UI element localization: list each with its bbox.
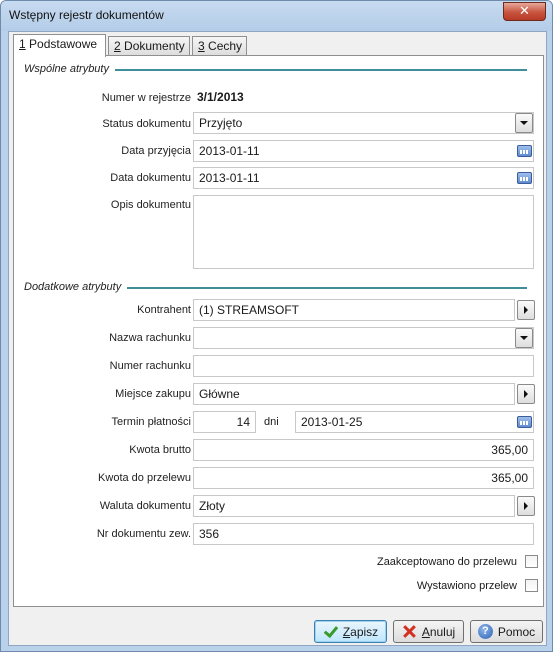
account-name-label: Nazwa rachunku	[109, 332, 191, 344]
tab-label: Cechy	[208, 39, 243, 53]
transfer-issued-label: Wystawiono przelew	[416, 579, 517, 592]
checkmark-icon	[323, 624, 338, 639]
document-date-value: 2013-01-11	[199, 171, 260, 185]
tab-label: Dokumenty	[124, 39, 185, 53]
currency-select-button[interactable]	[517, 496, 535, 516]
purchase-place-value: Główne	[199, 387, 240, 401]
gross-amount-label: Kwota brutto	[129, 444, 191, 456]
status-label: Status dokumentu	[102, 118, 191, 130]
calendar-icon	[516, 145, 532, 157]
cancel-button[interactable]: Anuluj	[393, 620, 464, 643]
accepted-for-transfer-checkbox[interactable]	[525, 555, 538, 568]
payment-due-date-picker-button[interactable]	[515, 412, 533, 432]
tab-number: 2	[114, 39, 121, 53]
save-button-label: Zapisz	[342, 624, 379, 639]
status-select[interactable]: Przyjęto	[193, 112, 534, 134]
tab-number: 1	[19, 37, 26, 51]
dialog-client-area: 1 Podstawowe 2 Dokumenty 3 Cechy Wspólne…	[8, 31, 547, 646]
section-title-additional: Dodatkowe atrybuty	[24, 281, 122, 293]
receipt-date-label: Data przyjęcia	[121, 145, 191, 157]
purchase-place-label: Miejsce zakupu	[115, 388, 191, 400]
contractor-select-button[interactable]	[517, 300, 535, 320]
external-number-value: 356	[199, 527, 220, 541]
receipt-date-picker-button[interactable]	[515, 141, 533, 161]
close-icon: ✕	[519, 4, 530, 19]
accepted-for-transfer-label: Zaakceptowano do przelewu	[376, 555, 517, 568]
cross-icon	[402, 624, 417, 639]
document-date-field[interactable]: 2013-01-11	[193, 167, 534, 189]
payment-due-date-field[interactable]: 2013-01-25	[295, 411, 534, 433]
account-number-field[interactable]	[193, 355, 534, 377]
transfer-amount-field[interactable]: 365,00	[193, 467, 534, 489]
receipt-date-value: 2013-01-11	[199, 144, 260, 158]
transfer-amount-value: 365,00	[491, 471, 528, 485]
tab-dokumenty[interactable]: 2 Dokumenty	[108, 36, 190, 56]
external-number-field[interactable]: 356	[193, 523, 534, 545]
gross-amount-value: 365,00	[491, 443, 528, 457]
window-title: Wstępny rejestr dokumentów	[9, 8, 164, 22]
currency-value: Złoty	[199, 499, 226, 513]
purchase-place-field[interactable]: Główne	[193, 383, 515, 405]
receipt-date-field[interactable]: 2013-01-11	[193, 140, 534, 162]
help-button[interactable]: ? Pomoc	[470, 620, 543, 643]
contractor-label: Kontrahent	[137, 304, 191, 316]
chevron-right-icon	[524, 390, 528, 398]
description-label: Opis dokumentu	[110, 199, 191, 211]
tab-number: 3	[198, 39, 205, 53]
purchase-place-select-button[interactable]	[517, 384, 535, 404]
chevron-down-icon	[520, 336, 528, 340]
register-number-value: 3/1/2013	[197, 90, 244, 104]
save-button[interactable]: Zapisz	[314, 620, 387, 643]
section-divider	[115, 69, 527, 71]
close-button[interactable]: ✕	[503, 2, 546, 21]
document-date-label: Data dokumentu	[110, 172, 191, 184]
contractor-value: (1) STREAMSOFT	[199, 303, 300, 317]
external-number-label: Nr dokumentu zew.	[96, 528, 191, 540]
payment-term-days-unit: dni	[264, 416, 279, 428]
tab-cechy[interactable]: 3 Cechy	[192, 36, 247, 56]
status-dropdown-button[interactable]	[515, 113, 533, 133]
chevron-right-icon	[524, 502, 528, 510]
account-number-label: Numer rachunku	[109, 360, 191, 372]
chevron-right-icon	[524, 306, 528, 314]
chevron-down-icon	[520, 121, 528, 125]
help-button-label: Pomoc	[497, 624, 536, 639]
gross-amount-field[interactable]: 365,00	[193, 439, 534, 461]
tab-podstawowe[interactable]: 1 Podstawowe	[13, 34, 106, 57]
calendar-icon	[516, 416, 532, 428]
status-value: Przyjęto	[199, 116, 243, 130]
transfer-issued-row: Wystawiono przelew	[417, 579, 538, 592]
tab-label: Podstawowe	[29, 37, 98, 51]
payment-term-days-value: 14	[236, 415, 250, 429]
currency-field[interactable]: Złoty	[193, 495, 515, 517]
contractor-field[interactable]: (1) STREAMSOFT	[193, 299, 515, 321]
section-divider	[127, 287, 527, 289]
title-bar[interactable]: Wstępny rejestr dokumentów ✕	[1, 1, 552, 31]
payment-term-days-field[interactable]: 14	[193, 411, 256, 433]
dialog-window: Wstępny rejestr dokumentów ✕ 1 Podstawow…	[0, 0, 553, 652]
cancel-button-label: Anuluj	[421, 624, 456, 639]
transfer-issued-checkbox[interactable]	[525, 579, 538, 592]
register-number-label: Numer w rejestrze	[101, 92, 191, 104]
payment-term-label: Termin płatności	[111, 416, 191, 428]
accepted-for-transfer-row: Zaakceptowano do przelewu	[377, 555, 538, 568]
account-name-select[interactable]	[193, 327, 534, 349]
payment-due-date-value: 2013-01-25	[301, 415, 363, 429]
help-icon: ?	[477, 624, 493, 639]
document-date-picker-button[interactable]	[515, 168, 533, 188]
calendar-icon	[516, 172, 532, 184]
tab-panel-podstawowe: Wspólne atrybuty Numer w rejestrze 3/1/2…	[13, 55, 544, 607]
currency-label: Waluta dokumentu	[99, 500, 191, 512]
transfer-amount-label: Kwota do przelewu	[98, 472, 191, 484]
description-textarea[interactable]	[193, 195, 534, 269]
section-title-common: Wspólne atrybuty	[24, 63, 109, 75]
account-name-dropdown-button[interactable]	[515, 328, 533, 348]
